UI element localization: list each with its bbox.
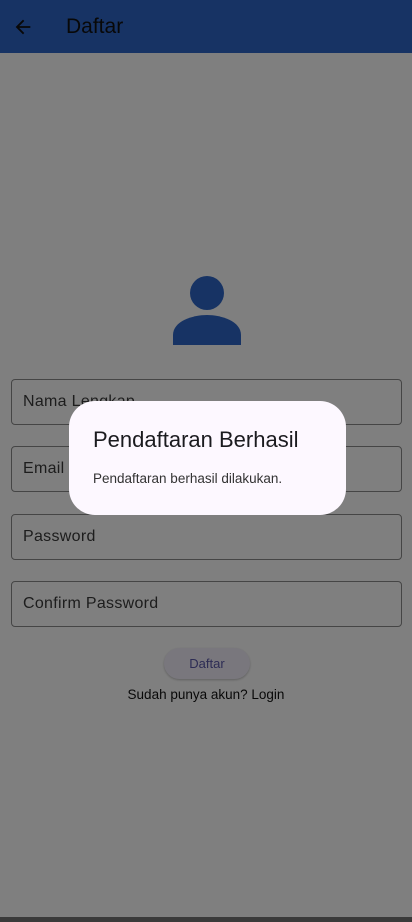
success-dialog: Pendaftaran Berhasil Pendaftaran berhasi… (69, 401, 346, 515)
system-nav-bar (0, 917, 412, 922)
dialog-message: Pendaftaran berhasil dilakukan. (93, 471, 283, 486)
dialog-title: Pendaftaran Berhasil (93, 427, 299, 452)
